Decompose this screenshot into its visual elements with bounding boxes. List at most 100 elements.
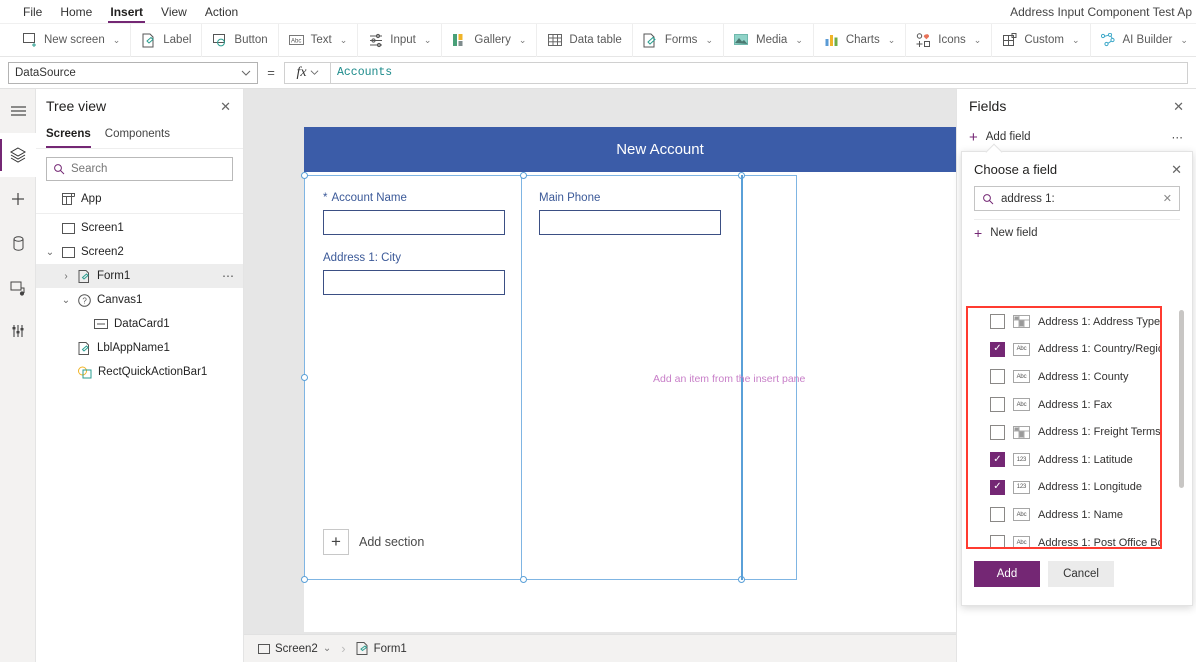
- field-row[interactable]: Abc Address 1: Post Office Box: [968, 529, 1160, 547]
- chevron-icon[interactable]: ›: [60, 271, 72, 282]
- hamburger-menu-icon[interactable]: [0, 89, 36, 133]
- tree-node-screen2[interactable]: ⌄ Screen2: [36, 240, 243, 264]
- tree-node-app[interactable]: App: [36, 187, 243, 211]
- ribbon-label: Charts: [845, 34, 880, 46]
- field-checkbox[interactable]: [990, 507, 1005, 523]
- fx-button[interactable]: fx: [284, 61, 330, 84]
- ribbon-text-button[interactable]: Abc Text ⌄: [279, 23, 359, 57]
- ribbon-media-button[interactable]: Media ⌄: [724, 23, 814, 57]
- ribbon-button-button[interactable]: Button: [202, 23, 279, 57]
- data-cylinder-icon[interactable]: [0, 221, 36, 265]
- label-icon: [141, 32, 157, 48]
- ribbon-gallery-button[interactable]: Gallery ⌄: [442, 23, 538, 57]
- ribbon-label: New screen: [44, 34, 105, 46]
- tree-node-screen1[interactable]: Screen1: [36, 216, 243, 240]
- close-icon[interactable]: ✕: [1173, 100, 1184, 113]
- tree-node-rectquickactionbar1[interactable]: RectQuickActionBar1: [36, 360, 243, 384]
- field-row[interactable]: Abc Address 1: Name: [968, 501, 1160, 529]
- close-icon[interactable]: ✕: [1171, 163, 1182, 176]
- add-section-button[interactable]: + Add section: [323, 529, 424, 555]
- ribbon-custom-button[interactable]: Custom ⌄: [992, 23, 1091, 57]
- text-input[interactable]: [323, 270, 505, 295]
- tree-node-datacard1[interactable]: DataCard1: [36, 312, 243, 336]
- tab-components[interactable]: Components: [105, 123, 170, 148]
- cancel-button[interactable]: Cancel: [1048, 561, 1114, 587]
- ribbon-label-button[interactable]: Label: [131, 23, 203, 57]
- menu-item-action[interactable]: Action: [196, 0, 247, 24]
- ribbon-label: Gallery: [474, 34, 511, 46]
- overflow-menu-icon[interactable]: ⋯: [1172, 130, 1185, 144]
- datacard-address1-city[interactable]: Address 1: City: [323, 252, 505, 295]
- field-checkbox[interactable]: [990, 314, 1005, 330]
- plus-icon: +: [974, 225, 983, 241]
- menu-item-insert[interactable]: Insert: [101, 0, 152, 24]
- text-input[interactable]: [539, 210, 721, 235]
- ai-builder-icon: [1100, 32, 1117, 48]
- resize-handle-ml[interactable]: [301, 374, 308, 381]
- field-row[interactable]: Abc Address 1: Fax: [968, 391, 1160, 419]
- resize-handle-tm[interactable]: [520, 172, 527, 179]
- field-checkbox[interactable]: [990, 397, 1005, 413]
- overflow-menu-icon[interactable]: ⋯: [222, 269, 235, 283]
- advanced-settings-icon[interactable]: [0, 309, 36, 353]
- field-checkbox[interactable]: [990, 341, 1005, 357]
- field-list-scrollbar[interactable]: [1179, 310, 1184, 488]
- resize-handle-bm[interactable]: [520, 576, 527, 583]
- menu-item-view[interactable]: View: [152, 0, 196, 24]
- ribbon-forms-button[interactable]: Forms ⌄: [633, 23, 724, 57]
- input-icon: [368, 32, 384, 48]
- close-icon[interactable]: ✕: [220, 100, 231, 113]
- search-input[interactable]: Search: [46, 157, 233, 181]
- field-search-input[interactable]: address 1: ✕: [974, 186, 1180, 211]
- resize-handle-tl[interactable]: [301, 172, 308, 179]
- new-field-button[interactable]: + New field: [962, 220, 1192, 246]
- canvas-area: New Account * Account Name Main Phone Ad…: [244, 89, 956, 634]
- field-checkbox[interactable]: [990, 535, 1005, 547]
- field-checkbox[interactable]: [990, 452, 1005, 468]
- fx-icon: fx: [296, 64, 307, 80]
- media-icon[interactable]: [0, 265, 36, 309]
- datacard-main-phone[interactable]: Main Phone: [539, 192, 721, 235]
- breadcrumb-screen[interactable]: Screen2 ⌄: [258, 643, 331, 655]
- new-field-label: New field: [990, 227, 1038, 239]
- tab-screens[interactable]: Screens: [46, 123, 91, 148]
- property-selector[interactable]: DataSource: [8, 61, 258, 84]
- datacard-label: Address 1: City: [323, 252, 401, 264]
- field-checkbox[interactable]: [990, 479, 1005, 495]
- add-button[interactable]: Add: [974, 561, 1040, 587]
- field-row[interactable]: Address 1: Freight Terms: [968, 418, 1160, 446]
- field-checkbox[interactable]: [990, 424, 1005, 440]
- ribbon-charts-button[interactable]: Charts ⌄: [814, 23, 907, 57]
- custom-icon: [1002, 32, 1018, 48]
- chevron-icon[interactable]: ⌄: [60, 295, 72, 306]
- formula-input[interactable]: Accounts: [330, 61, 1188, 84]
- tree-node-lblappname1[interactable]: LblAppName1: [36, 336, 243, 360]
- datacard-account-name[interactable]: * Account Name: [323, 192, 505, 235]
- text-input[interactable]: [323, 210, 505, 235]
- ribbon-ai-builder-button[interactable]: AI Builder ⌄: [1091, 24, 1196, 57]
- ribbon-input-button[interactable]: Input ⌄: [358, 23, 443, 57]
- field-checkbox[interactable]: [990, 369, 1005, 385]
- field-row[interactable]: Address 1: Address Type: [968, 308, 1160, 336]
- label-icon: [78, 341, 91, 355]
- resize-handle-bl[interactable]: [301, 576, 308, 583]
- menu-item-home[interactable]: Home: [51, 0, 101, 24]
- tree-view-panel: Tree view ✕ Screens Components Search App…: [36, 89, 244, 662]
- field-row[interactable]: 123 Address 1: Longitude: [968, 474, 1160, 502]
- tree-view-icon[interactable]: [0, 133, 36, 177]
- tree-node-canvas1[interactable]: ⌄? Canvas1: [36, 288, 243, 312]
- field-row[interactable]: Abc Address 1: County: [968, 363, 1160, 391]
- chevron-icon[interactable]: ⌄: [44, 247, 56, 258]
- text-type-icon: Abc: [1013, 398, 1030, 412]
- ribbon-icons-button[interactable]: Icons ⌄: [906, 23, 993, 57]
- field-row[interactable]: 123 Address 1: Latitude: [968, 446, 1160, 474]
- ribbon-new-screen-button[interactable]: New screen ⌄: [12, 23, 132, 57]
- breadcrumb-control[interactable]: Form1: [356, 642, 407, 655]
- svg-text:?: ?: [82, 296, 87, 305]
- clear-search-icon[interactable]: ✕: [1163, 192, 1172, 205]
- ribbon-data-table-button[interactable]: Data table: [537, 23, 633, 57]
- menu-item-file[interactable]: File: [14, 0, 51, 24]
- tree-node-form1[interactable]: › Form1 ⋯: [36, 264, 243, 288]
- insert-plus-icon[interactable]: [0, 177, 36, 221]
- field-row[interactable]: Abc Address 1: Country/Region: [968, 336, 1160, 364]
